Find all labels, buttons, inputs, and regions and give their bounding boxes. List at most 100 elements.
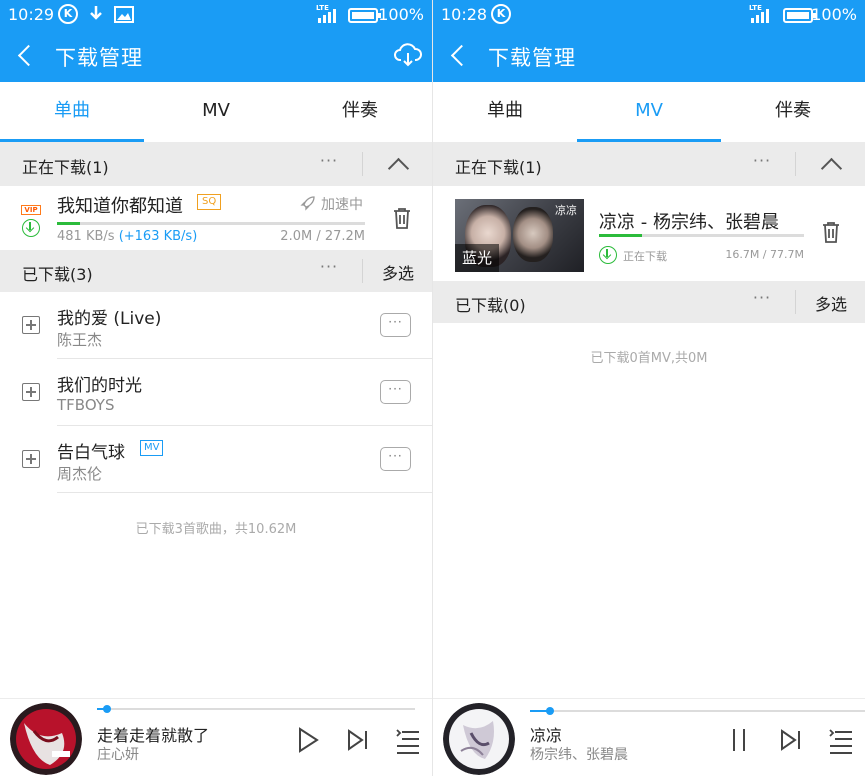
- header-separator: [362, 259, 363, 283]
- top-bar: 下载管理: [433, 30, 865, 82]
- tab-mv[interactable]: MV: [577, 82, 721, 142]
- now-playing-title: 凉凉: [530, 726, 563, 745]
- vip-badge: VIP: [21, 205, 41, 215]
- tab-bar: 单曲 MV 伴奏: [433, 82, 865, 142]
- downloaded-title: 已下载(3): [22, 265, 93, 284]
- chevron-up-icon[interactable]: [380, 150, 416, 178]
- battery-icon: [348, 8, 381, 23]
- tab-songs[interactable]: 单曲: [433, 82, 577, 142]
- more-dots-icon[interactable]: ···: [313, 153, 345, 174]
- downloading-header: 正在下载(1) ···: [0, 142, 432, 186]
- more-dots-icon[interactable]: ···: [380, 313, 411, 337]
- add-to-playlist-icon[interactable]: [22, 450, 40, 468]
- more-dots-icon[interactable]: ···: [313, 259, 345, 280]
- download-progress-fill: [57, 222, 80, 225]
- image-status-icon: [114, 6, 134, 23]
- downloading-header: 正在下载(1) ···: [433, 142, 865, 186]
- download-progress-bar: [599, 234, 804, 237]
- download-speed: 481 KB/s (+163 KB/s): [57, 229, 197, 244]
- downloading-title: 正在下载(1): [22, 158, 109, 177]
- more-dots-icon[interactable]: ···: [746, 153, 778, 174]
- more-dots-icon[interactable]: ···: [380, 380, 411, 404]
- multi-select-button[interactable]: 多选: [815, 291, 847, 315]
- album-art[interactable]: [10, 703, 82, 775]
- trash-icon[interactable]: [391, 206, 413, 230]
- mv-badge[interactable]: MV: [140, 440, 164, 456]
- kugou-status-icon: K: [58, 4, 78, 24]
- status-time: 10:29: [8, 5, 55, 24]
- seek-bar[interactable]: [530, 710, 865, 712]
- song-artist: 陈王杰: [57, 331, 103, 349]
- top-bar: 下载管理: [0, 30, 432, 82]
- left-screen: 10:29 K LTE 100% 下载管理 单曲 MV 伴奏 正在下载(1) ·…: [0, 0, 432, 776]
- header-separator: [795, 152, 796, 176]
- speed-value: 481 KB/s: [57, 229, 115, 244]
- seek-knob[interactable]: [102, 705, 111, 713]
- tab-accompaniment[interactable]: 伴奏: [288, 82, 432, 142]
- downloading-title: 正在下载(1): [455, 158, 542, 177]
- multi-select-button[interactable]: 多选: [382, 260, 414, 284]
- list-item[interactable]: 我的爱 (Live) 陈王杰 ···: [0, 292, 432, 359]
- downloaded-header: 已下载(0) ··· 多选: [433, 281, 865, 323]
- page-title: 下载管理: [55, 46, 143, 70]
- chevron-up-icon[interactable]: [813, 150, 849, 178]
- list-item[interactable]: 告白气球 MV 周杰伦 ···: [0, 426, 432, 493]
- pause-icon[interactable]: [725, 726, 753, 754]
- header-separator: [362, 152, 363, 176]
- album-art[interactable]: [443, 703, 515, 775]
- signal-icon: [751, 9, 769, 23]
- rocket-icon: [300, 196, 315, 211]
- download-progress-fill: [599, 234, 643, 237]
- tab-mv[interactable]: MV: [144, 82, 288, 142]
- song-title: 我的爱 (Live): [57, 309, 162, 329]
- download-summary: 已下载3首歌曲，共10.62M: [135, 522, 297, 537]
- thumbnail-figure: [513, 207, 553, 262]
- mv-title: 凉凉 - 杨宗纬、张碧晨: [599, 212, 779, 233]
- downloading-item[interactable]: VIP 我知道你都知道 SQ 加速中 481 KB/s (+163 KB/s) …: [0, 186, 432, 250]
- tab-songs[interactable]: 单曲: [0, 82, 144, 142]
- trash-icon[interactable]: [820, 220, 842, 244]
- play-icon[interactable]: [294, 726, 322, 754]
- more-dots-icon[interactable]: ···: [746, 290, 778, 311]
- back-icon[interactable]: [14, 42, 38, 70]
- signal-icon: [318, 9, 336, 23]
- download-size: 16.7M / 77.7M: [725, 248, 804, 261]
- player-separator: [433, 698, 865, 699]
- player-bar: 凉凉 杨宗纬、张碧晨: [433, 698, 865, 776]
- header-separator: [795, 290, 796, 314]
- kugou-status-icon: K: [491, 4, 511, 24]
- player-separator: [0, 698, 432, 699]
- seek-bar[interactable]: [97, 708, 415, 710]
- downloading-song-title: 我知道你都知道: [57, 196, 183, 217]
- tab-accompaniment[interactable]: 伴奏: [721, 82, 865, 142]
- song-artist: TFBOYS: [57, 396, 115, 414]
- accelerate-label: 加速中: [321, 197, 363, 213]
- add-to-playlist-icon[interactable]: [22, 316, 40, 334]
- add-to-playlist-icon[interactable]: [22, 383, 40, 401]
- download-size: 2.0M / 27.2M: [280, 229, 365, 244]
- row-divider: [57, 492, 432, 493]
- download-progress-icon: [599, 246, 617, 264]
- playlist-icon[interactable]: [394, 726, 422, 754]
- song-artist: 周杰伦: [57, 465, 103, 483]
- skip-next-icon[interactable]: [777, 726, 805, 754]
- download-status-icon: [90, 6, 102, 20]
- skip-next-icon[interactable]: [344, 726, 372, 754]
- download-progress-icon: [22, 219, 40, 237]
- downloaded-header: 已下载(3) ··· 多选: [0, 250, 432, 292]
- player-bar: 走着走着就散了 庄心妍: [0, 698, 432, 776]
- now-playing-artist: 杨宗纬、张碧晨: [530, 747, 628, 763]
- back-icon[interactable]: [447, 42, 471, 70]
- download-progress-bar: [57, 222, 365, 225]
- right-screen: 10:28 K LTE 100% 下载管理 单曲 MV 伴奏 正在下载(1) ·…: [433, 0, 865, 776]
- playlist-icon[interactable]: [827, 726, 855, 754]
- more-dots-icon[interactable]: ···: [380, 447, 411, 471]
- status-time: 10:28: [441, 5, 488, 24]
- downloaded-title: 已下载(0): [455, 296, 526, 315]
- list-item[interactable]: 我们的时光 TFBOYS ···: [0, 359, 432, 426]
- now-playing-title: 走着走着就散了: [97, 726, 210, 745]
- cloud-download-icon[interactable]: [394, 42, 422, 68]
- downloading-mv-item[interactable]: 凉凉 蓝光 凉凉 - 杨宗纬、张碧晨 正在下载 16.7M / 77.7M: [433, 186, 865, 281]
- bluray-badge: 蓝光: [455, 244, 499, 272]
- seek-knob[interactable]: [546, 707, 555, 715]
